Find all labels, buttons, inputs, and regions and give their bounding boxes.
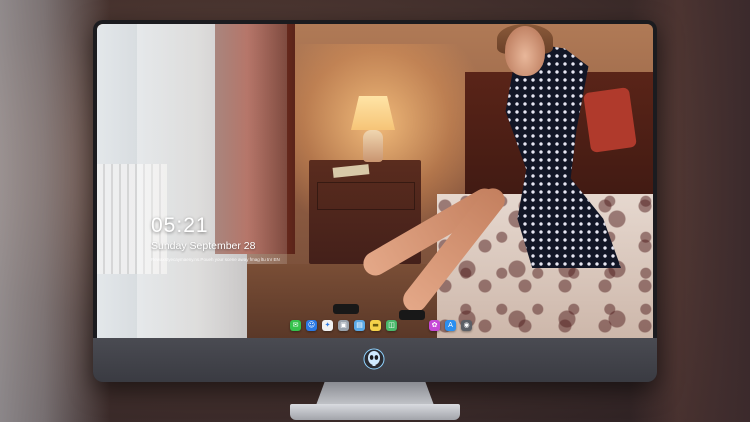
alien-logo-icon	[363, 348, 385, 370]
monitor-stand-base	[290, 404, 460, 420]
notes-icon[interactable]: ▬	[370, 319, 381, 331]
messages-icon[interactable]: ✉	[290, 319, 301, 331]
lock-screen-note: Rewaxstyecaymaeny.ns.Poueh your scene aw…	[151, 257, 280, 262]
lock-screen-date: Sunday September 28	[151, 240, 256, 252]
lock-screen-clock: 05:21	[151, 214, 209, 237]
wallpaper-shoe-left	[333, 304, 359, 314]
camera-icon[interactable]: ◉	[461, 319, 472, 331]
photos-icon[interactable]: ✿	[429, 319, 440, 331]
safari-icon[interactable]: ✦	[322, 319, 333, 331]
screen: 05:21 Sunday September 28 Rewaxstyecayma…	[97, 24, 653, 338]
wallpaper-lamp-base	[363, 130, 383, 162]
wallpaper-drawer	[317, 182, 415, 210]
wallpaper-face	[505, 26, 545, 76]
dock: ✉ ☺ ✦ ▣ ▤ ▬ ◫ ✿ A ◉	[290, 318, 472, 332]
maps-icon[interactable]: ◫	[386, 319, 397, 331]
preview-icon[interactable]: ▣	[338, 319, 349, 331]
monitor: 05:21 Sunday September 28 Rewaxstyecayma…	[93, 20, 657, 382]
wallpaper-pillow	[583, 87, 637, 153]
claquette-icon[interactable]: ▤	[354, 319, 365, 331]
finder-icon[interactable]: ☺	[306, 319, 317, 331]
monitor-chin	[93, 338, 657, 382]
appstore-icon[interactable]: A	[445, 319, 456, 331]
